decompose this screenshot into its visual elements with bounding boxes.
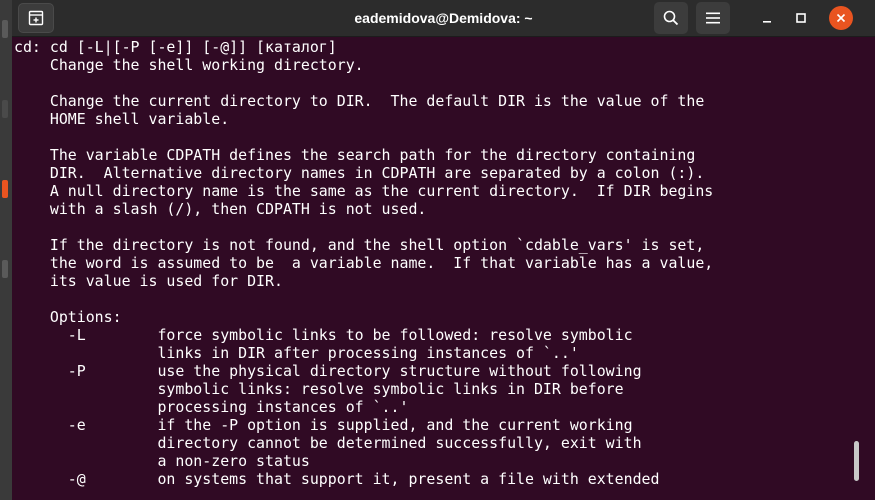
terminal-line: If the directory is not found, and the s… [14, 236, 705, 254]
new-tab-button[interactable] [18, 3, 54, 33]
hamburger-menu-icon [706, 12, 720, 24]
minimize-button[interactable] [754, 5, 780, 31]
terminal-line: A null directory name is the same as the… [14, 182, 714, 200]
terminal-output[interactable]: eademidova@Demidova:~$ cd --helpcd: cd [… [12, 37, 875, 500]
dock-app-indicator[interactable] [2, 180, 8, 198]
dock-app-indicator[interactable] [2, 100, 8, 118]
terminal-line: Change the current directory to DIR. The… [14, 92, 705, 110]
terminal-line: cd: cd [-L|[-P [-e]] [-@]] [каталог] [14, 38, 337, 56]
dock-app-indicator[interactable] [2, 260, 8, 278]
maximize-icon [796, 13, 806, 23]
terminal-line: The variable CDPATH defines the search p… [14, 146, 696, 164]
terminal-line: -P use the physical directory structure … [14, 362, 642, 380]
terminal-line: with a slash (/), then CDPATH is not use… [14, 200, 427, 218]
terminal-text: eademidova@Demidova:~$ cd --helpcd: cd [… [14, 37, 713, 488]
terminal-line: its value is used for DIR. [14, 272, 283, 290]
terminal-line: symbolic links: resolve symbolic links i… [14, 380, 624, 398]
desktop-dock-strip [0, 0, 12, 500]
terminal-line: Options: [14, 308, 122, 326]
search-button[interactable] [654, 2, 688, 34]
terminal-line: links in DIR after processing instances … [14, 344, 579, 362]
terminal-line: -e if the -P option is supplied, and the… [14, 416, 633, 434]
terminal-line: processing instances of `..' [14, 398, 409, 416]
search-icon [663, 10, 679, 26]
maximize-button[interactable] [788, 5, 814, 31]
terminal-line: Change the shell working directory. [14, 56, 364, 74]
new-tab-icon [28, 10, 44, 26]
minimize-icon [763, 21, 771, 23]
close-icon [836, 13, 846, 23]
terminal-line: the word is assumed to be a variable nam… [14, 254, 714, 272]
terminal-line: directory cannot be determined successfu… [14, 434, 642, 452]
dock-app-indicator[interactable] [2, 20, 8, 38]
terminal-line: a non-zero status [14, 452, 310, 470]
close-button[interactable] [829, 6, 853, 30]
terminal-line: -@ on systems that support it, present a… [14, 470, 660, 488]
terminal-line: -L force symbolic links to be followed: … [14, 326, 633, 344]
scrollbar-thumb[interactable] [854, 441, 859, 481]
terminal-line: DIR. Alternative directory names in CDPA… [14, 164, 705, 182]
terminal-window: eademidova@Demidova: ~ cd: cd [-L|[-P [-… [12, 0, 875, 500]
terminal-line: HOME shell variable. [14, 110, 230, 128]
menu-button[interactable] [696, 2, 730, 34]
title-bar[interactable]: eademidova@Demidova: ~ [12, 0, 875, 37]
window-title: eademidova@Demidova: ~ [354, 10, 533, 26]
